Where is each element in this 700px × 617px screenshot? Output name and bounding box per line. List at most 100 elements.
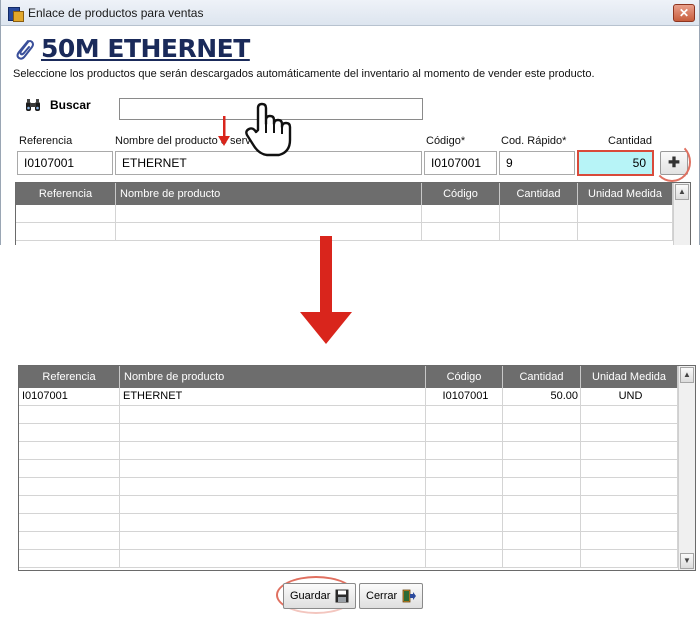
table-cell bbox=[19, 442, 120, 459]
grid-header: Referencia Nombre de producto Código Can… bbox=[19, 366, 678, 388]
col-codigo[interactable]: Código bbox=[422, 183, 500, 205]
col-codigo[interactable]: Código bbox=[426, 366, 503, 388]
table-cell bbox=[120, 424, 426, 441]
table-cell bbox=[426, 478, 503, 495]
col-cantidad[interactable]: Cantidad bbox=[503, 366, 581, 388]
table-cell bbox=[581, 406, 678, 423]
table-cell bbox=[426, 514, 503, 531]
table-cell bbox=[503, 532, 581, 549]
table-cell bbox=[503, 514, 581, 531]
exit-door-icon bbox=[402, 589, 417, 603]
empty-rows bbox=[19, 406, 695, 568]
cell-nombre: ETHERNET bbox=[120, 388, 426, 405]
table-cell bbox=[426, 460, 503, 477]
table-row[interactable] bbox=[16, 205, 673, 223]
table-row[interactable] bbox=[19, 532, 678, 550]
page-title: 50M ETHERNET bbox=[41, 34, 250, 63]
table-cell bbox=[503, 406, 581, 423]
save-label: Guardar bbox=[290, 590, 331, 602]
col-nombre[interactable]: Nombre de producto bbox=[116, 183, 422, 205]
table-cell bbox=[120, 550, 426, 567]
table-cell bbox=[426, 424, 503, 441]
table-row[interactable] bbox=[19, 442, 678, 460]
table-cell bbox=[19, 496, 120, 513]
save-button[interactable]: Guardar bbox=[283, 583, 357, 609]
table-row[interactable] bbox=[19, 424, 678, 442]
grid-scrollbar[interactable]: ▲ bbox=[673, 183, 690, 245]
close-button[interactable]: Cerrar bbox=[359, 583, 424, 609]
table-cell bbox=[503, 460, 581, 477]
table-cell bbox=[503, 442, 581, 459]
table-cell bbox=[19, 532, 120, 549]
cod-rapido-field[interactable]: 9 bbox=[499, 151, 575, 175]
grid-header: Referencia Nombre de producto Código Can… bbox=[16, 183, 673, 205]
table-row[interactable] bbox=[19, 514, 678, 532]
transition-arrow-icon bbox=[300, 236, 352, 344]
grid-scrollbar[interactable]: ▲ ▼ bbox=[678, 366, 695, 570]
col-unidad[interactable]: Unidad Medida bbox=[581, 366, 678, 388]
table-cell bbox=[120, 478, 426, 495]
table-cell bbox=[503, 478, 581, 495]
table-cell bbox=[581, 424, 678, 441]
table-cell bbox=[581, 478, 678, 495]
col-nombre[interactable]: Nombre de producto bbox=[120, 366, 426, 388]
table-cell bbox=[503, 496, 581, 513]
referencia-field[interactable]: I0107001 bbox=[17, 151, 113, 175]
window-title: Enlace de productos para ventas bbox=[28, 5, 204, 20]
table-row[interactable]: I0107001 ETHERNET I0107001 50.00 UND bbox=[19, 388, 678, 406]
cell-cantidad: 50.00 bbox=[503, 388, 581, 405]
table-cell bbox=[19, 424, 120, 441]
table-cell bbox=[19, 550, 120, 567]
col-referencia[interactable]: Referencia bbox=[16, 183, 116, 205]
table-cell bbox=[581, 496, 678, 513]
table-cell bbox=[19, 514, 120, 531]
cell-unidad: UND bbox=[581, 388, 678, 405]
table-cell bbox=[581, 460, 678, 477]
cell-codigo: I0107001 bbox=[426, 388, 503, 405]
app-icon bbox=[7, 5, 24, 22]
close-window-button[interactable]: ✕ bbox=[673, 4, 695, 22]
table-row[interactable] bbox=[19, 406, 678, 424]
table-cell bbox=[19, 460, 120, 477]
table-cell bbox=[120, 532, 426, 549]
scroll-up-icon[interactable]: ▲ bbox=[675, 184, 689, 200]
col-referencia[interactable]: Referencia bbox=[19, 366, 120, 388]
table-cell bbox=[581, 550, 678, 567]
pointer-hand-icon bbox=[245, 102, 292, 157]
page-subtitle: Seleccione los productos que serán desca… bbox=[13, 68, 595, 80]
paperclip-icon bbox=[16, 39, 34, 60]
title-bar: Enlace de productos para ventas bbox=[1, 0, 699, 26]
cantidad-label: Cantidad bbox=[608, 135, 653, 147]
search-row: Buscar bbox=[25, 98, 423, 120]
table-cell bbox=[19, 406, 120, 423]
codigo-field[interactable]: I0107001 bbox=[424, 151, 497, 175]
table-cell bbox=[120, 460, 426, 477]
linked-products-grid: Referencia Nombre de producto Código Can… bbox=[18, 365, 696, 571]
table-cell bbox=[581, 514, 678, 531]
annotation-circle bbox=[653, 142, 691, 182]
annotation-arrow-down-icon bbox=[218, 116, 230, 146]
table-cell bbox=[426, 442, 503, 459]
table-cell bbox=[120, 406, 426, 423]
table-row[interactable] bbox=[19, 550, 678, 568]
table-row[interactable] bbox=[19, 478, 678, 496]
table-cell bbox=[581, 442, 678, 459]
table-cell bbox=[426, 550, 503, 567]
codigo-label: Código* bbox=[426, 135, 466, 147]
referencia-label: Referencia bbox=[19, 135, 73, 147]
cantidad-field[interactable]: 50 bbox=[577, 150, 654, 176]
table-row[interactable] bbox=[19, 496, 678, 514]
table-row[interactable] bbox=[19, 460, 678, 478]
scroll-down-icon[interactable]: ▼ bbox=[680, 553, 694, 569]
search-label: Buscar bbox=[50, 98, 91, 112]
table-cell bbox=[426, 406, 503, 423]
table-cell bbox=[120, 442, 426, 459]
linked-products-grid-empty: Referencia Nombre de producto Código Can… bbox=[15, 182, 691, 245]
table-cell bbox=[120, 514, 426, 531]
page-heading: 50M ETHERNET bbox=[13, 34, 250, 63]
col-cantidad[interactable]: Cantidad bbox=[500, 183, 578, 205]
table-cell bbox=[426, 532, 503, 549]
col-unidad[interactable]: Unidad Medida bbox=[578, 183, 673, 205]
scroll-up-icon[interactable]: ▲ bbox=[680, 367, 694, 383]
table-cell bbox=[503, 550, 581, 567]
